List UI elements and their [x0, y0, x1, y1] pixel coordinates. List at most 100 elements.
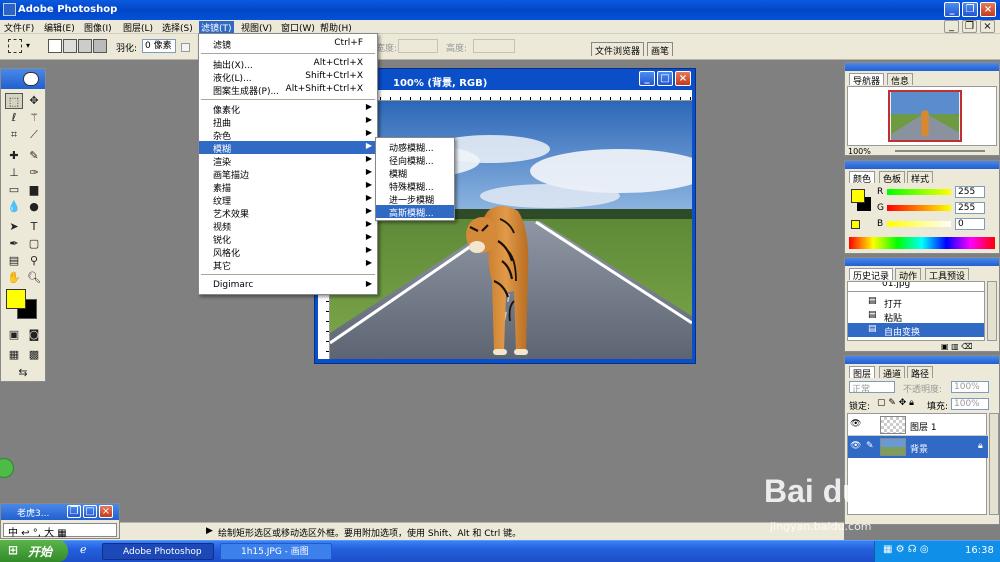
blur-tool-icon[interactable]: 💧 [5, 199, 23, 215]
r-value[interactable]: 255 [955, 186, 985, 198]
document-maximize-button[interactable]: □ [657, 71, 673, 86]
submenu-item-blur-more[interactable]: 进一步模糊 [376, 192, 454, 206]
intersect-selection-icon[interactable] [93, 39, 107, 53]
fill-input[interactable]: 100% [951, 398, 989, 410]
healing-brush-tool-icon[interactable]: ✚ [5, 148, 23, 164]
height-input[interactable] [473, 39, 515, 53]
tab-paths[interactable]: 路径 [907, 366, 934, 380]
document-close-button[interactable]: × [675, 71, 691, 86]
menu-item-extract[interactable]: 抽出(X)... Alt+Ctrl+X [199, 57, 377, 71]
menu-file[interactable]: 文件(F) [4, 21, 34, 34]
preset-dropdown-arrow-icon[interactable]: ▾ [26, 41, 30, 50]
history-item-selected[interactable]: ▤ 自由变换 [848, 323, 984, 338]
menu-item-render[interactable]: 渲染 ▶ [199, 154, 377, 168]
navigator-zoom[interactable]: 100% [848, 147, 871, 156]
menu-item-pixelate[interactable]: 像素化 ▶ [199, 102, 377, 116]
doc-close-button[interactable]: × [980, 20, 995, 33]
eye-icon[interactable]: 👁︎ [850, 441, 861, 451]
color-ramp[interactable] [849, 237, 995, 249]
standard-mode-icon[interactable]: ▣ [5, 327, 23, 343]
g-value[interactable]: 255 [955, 202, 985, 214]
layers-scrollbar[interactable] [989, 413, 999, 515]
tab-history[interactable]: 历史记录 [849, 268, 894, 282]
panel-titlebar[interactable] [845, 356, 999, 364]
eraser-tool-icon[interactable]: ▭ [5, 182, 23, 198]
dodge-tool-icon[interactable]: ● [25, 199, 43, 215]
layer-row-selected[interactable]: 👁︎ ✎ 背景 🔒︎ [848, 436, 988, 458]
lock-icons[interactable]: ▢ ✎ ✥ 🔒︎ [877, 398, 914, 408]
taskbar-item-photoshop[interactable]: Adobe Photoshop [102, 543, 214, 560]
blend-mode-select[interactable]: 正常 [849, 381, 895, 395]
screen-mode-standard-icon[interactable]: ▦ [5, 347, 23, 363]
menu-item-other[interactable]: 其它 ▶ [199, 258, 377, 272]
move-tool-icon[interactable]: ✥ [25, 93, 43, 109]
quickmask-mode-icon[interactable]: ◙ [25, 327, 43, 343]
submenu-item-radial-blur[interactable]: 径向模糊... [376, 153, 454, 167]
close-button[interactable]: × [980, 2, 996, 17]
slice-tool-icon[interactable]: ⟋ [25, 127, 43, 143]
clone-stamp-tool-icon[interactable]: ⊥ [5, 165, 23, 181]
r-slider[interactable] [887, 189, 951, 195]
hand-tool-icon[interactable]: ✋ [5, 270, 23, 286]
ime-titlebar[interactable]: 老虎3... ❐ □ × [1, 504, 119, 520]
brushes-tab[interactable]: 画笔 [647, 42, 674, 57]
eye-icon[interactable]: 👁︎ [850, 419, 861, 429]
menu-item-blur[interactable]: 模糊 ▶ [199, 141, 377, 155]
menu-layer[interactable]: 图层(L) [123, 21, 153, 34]
quick-launch-ie-icon[interactable]: ℯ [80, 543, 87, 556]
ime-restore-button[interactable]: ❐ [67, 505, 81, 518]
ime-status-bar[interactable]: 中 ↩ °, 大 ▦ [3, 523, 117, 539]
path-selection-tool-icon[interactable]: ➤ [5, 219, 23, 235]
gradient-tool-icon[interactable]: ▆ [25, 182, 43, 198]
screen-mode-full-icon[interactable]: ▩ [25, 347, 43, 363]
submenu-item-gaussian-blur[interactable]: 高斯模糊... [376, 205, 454, 219]
magic-wand-tool-icon[interactable]: ⚚ [25, 110, 43, 126]
tab-color[interactable]: 颜色 [849, 171, 876, 185]
ime-close-button[interactable]: × [99, 505, 113, 518]
tab-navigator[interactable]: 导航器 [849, 73, 885, 87]
menu-item-last-filter[interactable]: 滤镜 Ctrl+F [199, 37, 377, 51]
subtract-selection-icon[interactable] [78, 39, 92, 53]
tab-tool-presets[interactable]: 工具预设 [925, 268, 970, 282]
jump-to-imageready-icon[interactable]: ⇆ [5, 365, 41, 381]
b-value[interactable]: 0 [955, 218, 985, 230]
tab-swatches[interactable]: 色板 [879, 171, 906, 185]
antialias-checkbox[interactable] [181, 43, 190, 52]
start-button[interactable]: ⊞ 开始 [0, 540, 68, 562]
menu-item-texture[interactable]: 纹理 ▶ [199, 193, 377, 207]
doc-restore-button[interactable]: ❐ [962, 20, 977, 33]
menu-image[interactable]: 图像(I) [84, 21, 112, 34]
g-slider[interactable] [887, 205, 951, 211]
history-snapshot[interactable]: 01.jpg [848, 282, 984, 292]
menu-item-stylize[interactable]: 风格化 ▶ [199, 245, 377, 259]
width-input[interactable] [398, 39, 438, 53]
menu-item-pattern-maker[interactable]: 图案生成器(P)... Alt+Shift+Ctrl+X [199, 83, 377, 97]
document-minimize-button[interactable]: _ [639, 71, 655, 86]
green-balloon-icon[interactable] [0, 458, 14, 478]
navigator-preview[interactable] [847, 86, 997, 146]
crop-tool-icon[interactable]: ⌗ [5, 127, 23, 143]
menu-item-liquify[interactable]: 液化(L)... Shift+Ctrl+X [199, 70, 377, 84]
pen-tool-icon[interactable]: ✒ [5, 236, 23, 252]
tab-channels[interactable]: 通道 [879, 366, 906, 380]
layer-row[interactable]: 👁︎ 图层 1 [848, 414, 988, 436]
taskbar-item-paint[interactable]: 1h15.JPG - 画图 [220, 543, 332, 560]
new-selection-icon[interactable] [48, 39, 62, 53]
b-slider[interactable] [887, 221, 951, 227]
menu-edit[interactable]: 编辑(E) [44, 21, 75, 34]
eyedropper-tool-icon[interactable]: ⚲ [25, 253, 43, 269]
feather-input[interactable]: 0 像素 [142, 39, 176, 53]
doc-minimize-button[interactable]: _ [944, 20, 959, 33]
foreground-color-swatch[interactable] [6, 289, 26, 309]
submenu-item-smart-blur[interactable]: 特殊模糊... [376, 179, 454, 193]
menu-item-sketch[interactable]: 素描 ▶ [199, 180, 377, 194]
adobe-online-icon[interactable] [23, 72, 39, 86]
tab-info[interactable]: 信息 [887, 73, 914, 87]
menu-item-digimarc[interactable]: Digimarc ▶ [199, 279, 377, 292]
history-item[interactable]: ▤ 打开 [848, 295, 984, 310]
tray-icons[interactable]: ▦ ⚙ ☊ ◎ [883, 544, 929, 555]
file-browser-tab[interactable]: 文件浏览器 [591, 42, 645, 57]
notes-tool-icon[interactable]: ▤ [5, 253, 23, 269]
history-brush-tool-icon[interactable]: ✑ [25, 165, 43, 181]
menu-item-sharpen[interactable]: 锐化 ▶ [199, 232, 377, 246]
